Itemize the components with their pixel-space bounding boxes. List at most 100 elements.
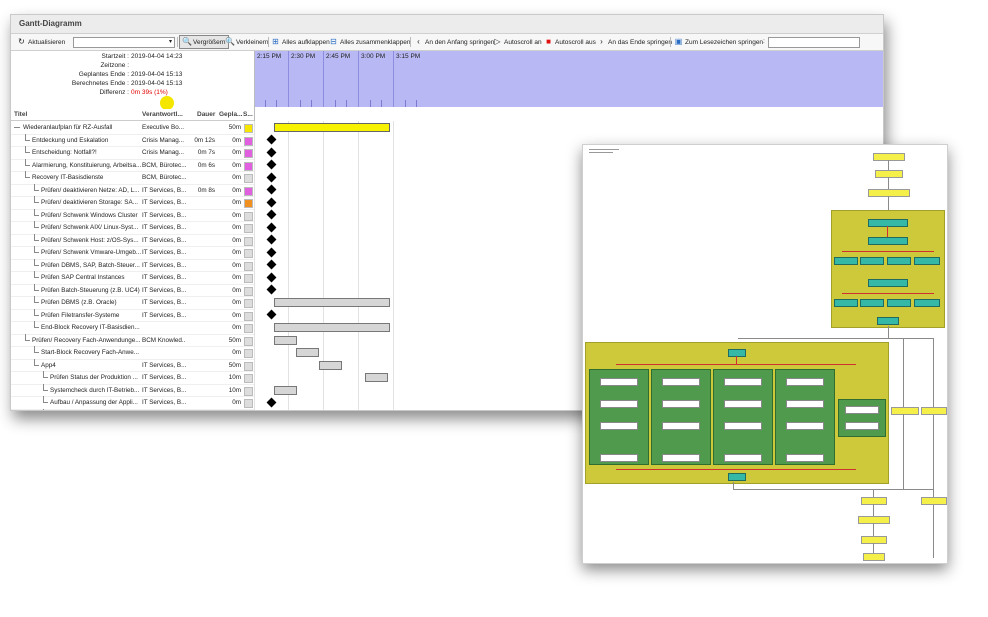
milestone-diamond[interactable] bbox=[266, 159, 277, 170]
milestone-diamond[interactable] bbox=[266, 272, 277, 282]
col-status[interactable]: S... bbox=[243, 111, 253, 118]
diagram-node[interactable] bbox=[875, 170, 903, 178]
diagram-node[interactable] bbox=[861, 536, 887, 544]
diagram-node[interactable] bbox=[861, 497, 887, 505]
zoom-in-button[interactable]: 🔍Vergrößern bbox=[179, 35, 229, 49]
autoscroll-off-button[interactable]: ■ Autoscroll aus bbox=[544, 36, 596, 48]
table-row[interactable]: Prüfen SAP Central Instances IT Services,… bbox=[11, 271, 254, 285]
table-row[interactable]: Prüfen/ Schwenk Windows Cluster IT Servic… bbox=[11, 208, 254, 222]
table-row[interactable]: Prüfen/ Recovery Fach-Anwendunge... BCM K… bbox=[11, 333, 254, 347]
task-responsible: IT Services, B... bbox=[142, 224, 186, 231]
table-row[interactable]: Prüfen Batch-Steuerung (z.B. UC4) IT Serv… bbox=[11, 283, 254, 297]
table-row[interactable]: Prüfen/ Schwenk Host: z/OS-Sys... IT Serv… bbox=[11, 233, 254, 247]
diagram-node[interactable] bbox=[877, 317, 899, 325]
gantt-bar[interactable] bbox=[274, 385, 297, 395]
milestone-diamond[interactable] bbox=[266, 284, 277, 295]
table-row[interactable]: Systemcheck durch IT-Betrieb... IT Servic… bbox=[11, 383, 254, 397]
diagram-node[interactable] bbox=[863, 553, 885, 561]
refresh-button[interactable]: ↻ Aktualisieren bbox=[17, 36, 65, 48]
table-row[interactable]: Start-Block Recovery Fach-Anwe... 0m bbox=[11, 346, 254, 360]
table-row[interactable]: Prüfen DBMS, SAP, Batch-Steuer... IT Serv… bbox=[11, 258, 254, 272]
gantt-bar[interactable] bbox=[319, 360, 342, 370]
milestone-diamond[interactable] bbox=[266, 172, 277, 182]
zoom-out-button[interactable]: 🔍Verkleinern bbox=[225, 36, 269, 48]
milestone-diamond[interactable] bbox=[266, 209, 277, 220]
task-planned: 0m bbox=[232, 261, 241, 269]
autoscroll-on-button[interactable]: ▷ Autoscroll an bbox=[493, 36, 541, 48]
table-row[interactable]: Prüfen Filetransfer-Systeme IT Services, … bbox=[11, 308, 254, 322]
milestone-diamond[interactable] bbox=[266, 184, 277, 195]
diagram-node[interactable] bbox=[891, 407, 919, 415]
jump-bookmark-button[interactable]: ▣ Zum Lesezeichen springen bbox=[674, 36, 763, 48]
milestone-diamond[interactable] bbox=[266, 397, 277, 407]
toolbar-divider bbox=[670, 37, 671, 47]
status-swatch bbox=[244, 274, 253, 283]
diagram-node[interactable] bbox=[868, 237, 908, 245]
col-duration[interactable]: Dauer bbox=[197, 111, 215, 118]
gantt-bar[interactable] bbox=[274, 323, 390, 332]
table-row[interactable]: Funktionstest der ApplikationIT Services… bbox=[11, 408, 254, 410]
col-responsible[interactable]: Verantwortl... bbox=[142, 111, 183, 118]
gantt-bar[interactable] bbox=[274, 411, 297, 412]
task-planned: 0m bbox=[232, 311, 241, 319]
diagram-node[interactable] bbox=[868, 189, 910, 197]
col-planned[interactable]: Gepla... bbox=[219, 111, 242, 118]
gantt-bar[interactable] bbox=[274, 298, 390, 307]
table-row[interactable]: Wiederanlaufplan für RZ-Ausfall Executive… bbox=[11, 121, 254, 135]
view-select[interactable]: ▾ bbox=[73, 37, 175, 48]
diagram-node[interactable] bbox=[868, 219, 908, 227]
milestone-diamond[interactable] bbox=[266, 247, 277, 257]
diagram-node[interactable] bbox=[921, 497, 947, 505]
diagram-node[interactable] bbox=[860, 257, 884, 265]
table-row[interactable]: Prüfen Status der Produktion ... IT Servi… bbox=[11, 371, 254, 385]
diagram-node[interactable] bbox=[860, 299, 884, 307]
jump-end-button[interactable]: › An das Ende springen bbox=[597, 36, 672, 48]
table-row[interactable]: Prüfen DBMS (z.B. Oracle) IT Services, B.… bbox=[11, 296, 254, 310]
table-row[interactable]: Aufbau / Anpassung der Appli... IT Servic… bbox=[11, 396, 254, 410]
task-title: Recovery IT-Basisdienste bbox=[32, 174, 104, 181]
diagram-node[interactable] bbox=[834, 257, 858, 265]
task-planned: 0m bbox=[232, 349, 241, 356]
table-row[interactable]: End-Block Recovery IT-Basisdien... 0m bbox=[11, 321, 254, 335]
jump-start-button[interactable]: ‹ An den Anfang springen bbox=[414, 36, 494, 48]
milestone-diamond[interactable] bbox=[266, 134, 277, 145]
diagram-node[interactable] bbox=[873, 153, 905, 161]
diagram-node[interactable] bbox=[834, 299, 858, 307]
task-responsible: IT Services, B... bbox=[142, 286, 186, 294]
milestone-diamond[interactable] bbox=[266, 234, 277, 245]
collapse-toggle-icon[interactable] bbox=[14, 127, 20, 128]
table-row[interactable]: Alarmierung, Konstituierung, Arbeitsa...… bbox=[11, 158, 254, 172]
gantt-bar[interactable] bbox=[365, 373, 388, 382]
diagram-node[interactable] bbox=[868, 279, 908, 287]
diagram-node[interactable] bbox=[728, 349, 746, 357]
collapse-all-button[interactable]: ⊟ Alles zusammenklappen bbox=[329, 36, 410, 48]
gantt-bar[interactable] bbox=[274, 123, 390, 132]
task-planned: 0m bbox=[232, 286, 241, 294]
table-row[interactable]: Prüfen/ Schwenk Vmware-Umgeb... IT Servic… bbox=[11, 246, 254, 260]
diagram-node[interactable] bbox=[858, 516, 890, 524]
milestone-diamond[interactable] bbox=[266, 222, 277, 232]
diagram-node[interactable] bbox=[887, 257, 911, 265]
diagram-node[interactable] bbox=[914, 257, 940, 265]
milestone-diamond[interactable] bbox=[266, 147, 277, 157]
diagram-node[interactable] bbox=[728, 473, 746, 481]
gantt-bar[interactable] bbox=[296, 348, 319, 357]
diagram-node[interactable] bbox=[887, 299, 911, 307]
diagram-node[interactable] bbox=[921, 407, 947, 415]
table-row[interactable]: Prüfen/ deaktivieren Netze: AD, L... IT S… bbox=[11, 183, 254, 197]
bookmark-input[interactable] bbox=[768, 37, 860, 48]
expand-all-button[interactable]: ⊞ Alles aufklappen bbox=[271, 36, 330, 48]
table-row[interactable]: Entdeckung und Eskalation Crisis Manag...… bbox=[11, 133, 254, 147]
table-row[interactable]: Prüfen/ Schwenk AIX/ Linux-Syst... IT Ser… bbox=[11, 221, 254, 235]
milestone-diamond[interactable] bbox=[266, 309, 277, 320]
table-row[interactable]: Recovery IT-Basisdienste BCM, Bürotec... 0… bbox=[11, 171, 254, 185]
milestone-diamond[interactable] bbox=[266, 197, 277, 207]
table-row[interactable]: Entscheidung: Notfall?! Crisis Manag... 0m… bbox=[11, 146, 254, 160]
milestone-diamond[interactable] bbox=[266, 259, 277, 270]
gantt-bar[interactable] bbox=[274, 335, 297, 345]
col-title[interactable]: Titel bbox=[14, 111, 27, 118]
status-swatch bbox=[244, 236, 253, 246]
diagram-node[interactable] bbox=[914, 299, 940, 307]
table-row[interactable]: App4 IT Services, B... 50m bbox=[11, 358, 254, 372]
table-row[interactable]: Prüfen/ deaktivieren Storage: SA... IT Se… bbox=[11, 196, 254, 210]
